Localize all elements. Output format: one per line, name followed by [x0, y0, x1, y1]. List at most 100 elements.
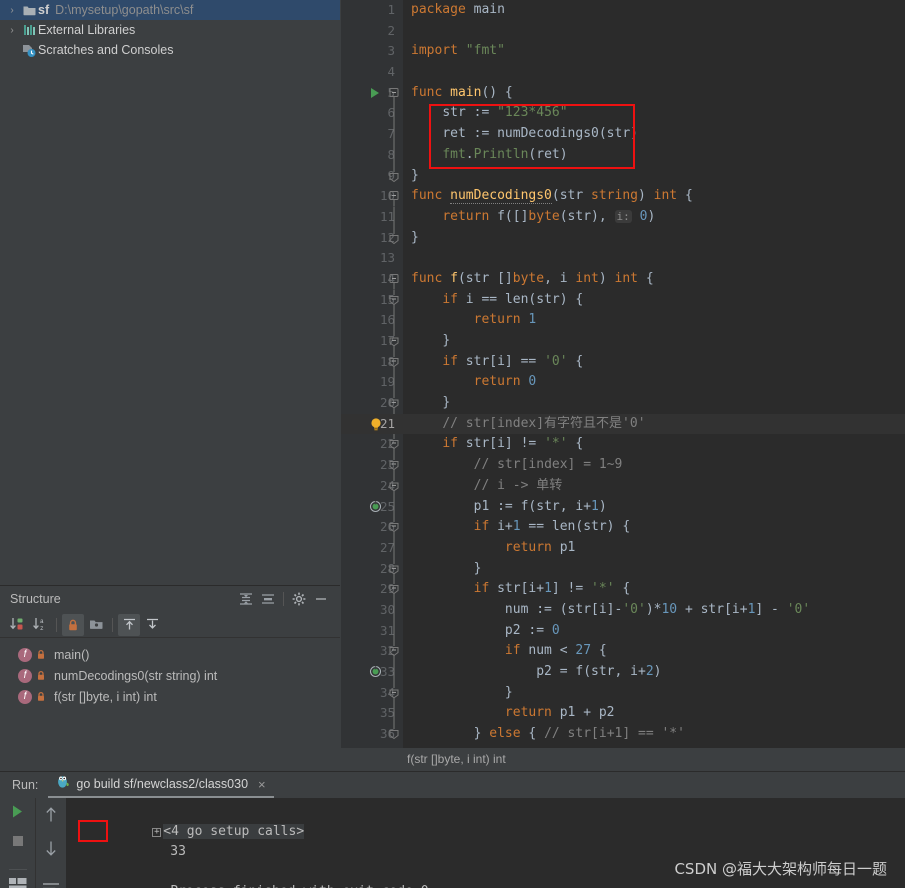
fold-collapse-icon[interactable]: [387, 186, 401, 207]
layout-toggle-icon[interactable]: [8, 869, 27, 888]
tree-item-external-libraries[interactable]: › External Libraries: [0, 20, 340, 40]
scroll-from-source-icon[interactable]: [118, 613, 140, 636]
editor-text-area[interactable]: package main import "fmt" func main() { …: [403, 0, 905, 748]
fold-end-icon[interactable]: [387, 682, 401, 704]
rerun-play-icon[interactable]: [10, 804, 25, 824]
code-line[interactable]: [403, 62, 905, 83]
fold-end-icon[interactable]: [387, 227, 401, 249]
code-line[interactable]: return 0: [403, 372, 905, 393]
structure-member-list[interactable]: f main() f numDecodings0(str string) int…: [0, 638, 340, 707]
code-line[interactable]: func f(str []byte, i int) int {: [403, 269, 905, 290]
fold-collapse-icon[interactable]: [387, 517, 401, 539]
fold-collapse-icon[interactable]: [387, 289, 401, 312]
code-line[interactable]: func numDecodings0(str string) int {: [403, 186, 905, 207]
code-line[interactable]: return 1: [403, 310, 905, 331]
fold-collapse-icon[interactable]: [387, 641, 401, 663]
code-line[interactable]: p2 = f(str, i+2): [403, 662, 905, 683]
sort-by-visibility-icon[interactable]: [6, 614, 28, 636]
code-line[interactable]: return p1 + p2: [403, 703, 905, 724]
fold-end-icon[interactable]: [387, 331, 401, 352]
recursive-call-icon[interactable]: [369, 665, 383, 679]
code-line[interactable]: // i -> 单转: [403, 476, 905, 497]
sort-alphabetically-icon[interactable]: a z: [29, 614, 51, 636]
fold-collapse-icon[interactable]: [387, 579, 401, 601]
structure-item[interactable]: f f(str []byte, i int) int: [0, 686, 340, 707]
expand-all-icon[interactable]: [235, 588, 257, 610]
fold-collapse-icon[interactable]: [387, 83, 401, 104]
stop-icon[interactable]: [11, 834, 25, 853]
fold-collapse-icon[interactable]: [387, 351, 401, 374]
fold-end-icon[interactable]: [387, 393, 401, 415]
code-line[interactable]: return f([]byte(str), i: 0): [403, 207, 905, 228]
code-line-current[interactable]: // str[index]有字符且不是'0': [403, 413, 905, 435]
code-line[interactable]: }: [403, 683, 905, 704]
code-line[interactable]: if str[i] == '0' {: [403, 352, 905, 373]
fold-collapse-icon[interactable]: [387, 434, 401, 456]
scroll-to-source-icon[interactable]: [141, 614, 163, 636]
fold-end-icon[interactable]: [387, 558, 401, 580]
code-line[interactable]: // str[index] = 1~9: [403, 455, 905, 476]
line-number: 4: [387, 64, 395, 80]
recursive-call-icon[interactable]: [369, 500, 383, 514]
fold-end-icon[interactable]: [387, 475, 401, 497]
code-line[interactable]: num := (str[i]-'0')*10 + str[i+1] - '0': [403, 600, 905, 621]
fold-collapse-icon[interactable]: [387, 724, 401, 745]
code-line[interactable]: if str[i] != '*' {: [403, 434, 905, 455]
code-line[interactable]: return p1: [403, 538, 905, 559]
fold-end-icon[interactable]: [387, 165, 401, 187]
run-actions-nav: [36, 798, 66, 888]
soft-wrap-icon[interactable]: [42, 882, 60, 888]
code-line[interactable]: import "fmt": [403, 41, 905, 62]
code-line[interactable]: }: [403, 228, 905, 249]
chevron-right-icon[interactable]: ›: [4, 5, 20, 16]
up-arrow-icon[interactable]: [44, 806, 58, 828]
code-line[interactable]: } else { // str[i+1] == '*': [403, 724, 905, 745]
hide-panel-icon[interactable]: [310, 588, 332, 610]
group-by-folder-icon[interactable]: [85, 614, 107, 636]
editor-gutter[interactable]: 1 2 3 4 5 6 7 8 9 10 11 12 13 14 15 16 1…: [341, 0, 403, 748]
code-line[interactable]: p2 := 0: [403, 621, 905, 642]
settings-gear-icon[interactable]: [288, 588, 310, 610]
fold-collapse-icon[interactable]: [387, 269, 401, 290]
run-main-icon[interactable]: [369, 86, 383, 100]
close-icon[interactable]: ×: [254, 777, 270, 792]
code-line[interactable]: func main() {: [403, 83, 905, 104]
code-line[interactable]: package main: [403, 0, 905, 21]
code-line[interactable]: }: [403, 559, 905, 580]
go-gopher-icon: [56, 774, 70, 794]
structure-panel: Structure a z f main() f numDecodings0(s…: [0, 585, 340, 770]
process-exit-text: Process finished with exit code 0: [170, 884, 428, 888]
down-arrow-icon[interactable]: [44, 840, 58, 862]
code-line[interactable]: if str[i+1] != '*' {: [403, 579, 905, 600]
chevron-right-icon[interactable]: ›: [4, 25, 20, 36]
lightbulb-intention-icon[interactable]: [369, 417, 383, 431]
line-number: 2: [387, 22, 395, 38]
show-non-public-lock-icon[interactable]: [62, 613, 84, 636]
fold-line: [387, 496, 401, 518]
code-line[interactable]: fmt.Println(ret): [403, 145, 905, 166]
code-line[interactable]: [403, 21, 905, 42]
collapse-all-icon[interactable]: [257, 588, 279, 610]
fold-collapse-icon[interactable]: [387, 455, 401, 477]
code-line[interactable]: }: [403, 393, 905, 414]
code-line[interactable]: p1 := f(str, i+1): [403, 497, 905, 518]
structure-item[interactable]: f main(): [0, 644, 340, 665]
tree-item-sf[interactable]: › sf D:\mysetup\gopath\src\sf: [0, 0, 340, 20]
tree-item-scratches-and-consoles[interactable]: Scratches and Consoles: [0, 40, 340, 60]
code-line[interactable]: }: [403, 331, 905, 352]
code-line[interactable]: if i == len(str) {: [403, 290, 905, 311]
scratches-icon: [20, 44, 38, 57]
code-line[interactable]: if num < 27 {: [403, 641, 905, 662]
function-badge-icon: f: [18, 647, 32, 662]
project-tree-panel[interactable]: › sf D:\mysetup\gopath\src\sf › External…: [0, 0, 340, 585]
code-editor[interactable]: 1 2 3 4 5 6 7 8 9 10 11 12 13 14 15 16 1…: [341, 0, 905, 748]
code-line[interactable]: if i+1 == len(str) {: [403, 517, 905, 538]
code-line[interactable]: }: [403, 166, 905, 187]
run-tab[interactable]: go build sf/newclass2/class030 ×: [48, 772, 274, 798]
code-line[interactable]: ret := numDecodings0(str): [403, 124, 905, 145]
code-line[interactable]: str := "123*456": [403, 103, 905, 124]
code-line[interactable]: [403, 248, 905, 269]
console-folded-line[interactable]: + <4 go setup calls>: [74, 802, 905, 839]
structure-item-label: f(str []byte, i int) int: [54, 689, 157, 704]
structure-item[interactable]: f numDecodings0(str string) int: [0, 665, 340, 686]
